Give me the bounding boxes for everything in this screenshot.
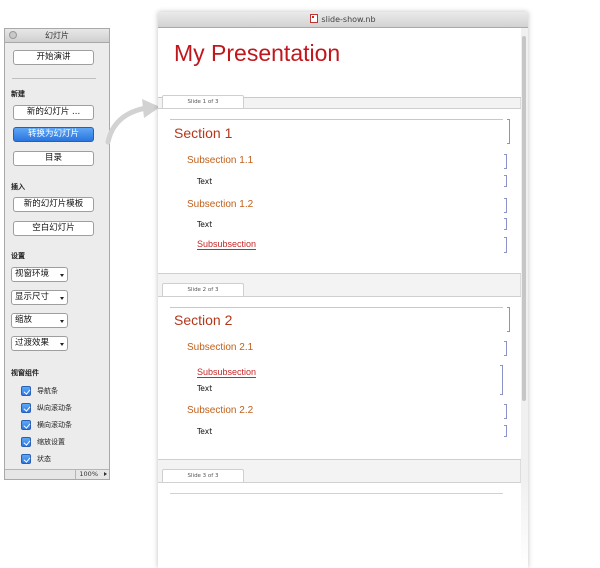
checkmark-icon[interactable] bbox=[21, 454, 31, 464]
subsection-heading[interactable]: Subsection 2.1 bbox=[187, 342, 253, 353]
zoom-level[interactable]: 100% bbox=[75, 470, 101, 479]
cell-bracket[interactable] bbox=[504, 218, 507, 230]
palette-title: 幻灯片 bbox=[45, 31, 69, 40]
chevron-down-icon bbox=[60, 297, 64, 300]
text-cell[interactable]: Text bbox=[197, 177, 212, 186]
slide-divider bbox=[170, 119, 503, 120]
cell-bracket[interactable] bbox=[504, 154, 507, 169]
presentation-header: My Presentation bbox=[158, 28, 521, 98]
start-show-button[interactable]: 开始演讲 bbox=[13, 50, 94, 65]
dropdown-label: 显示尺寸 bbox=[15, 292, 50, 302]
notebook-title-bar: slide-show.nb bbox=[158, 12, 528, 28]
dropdown-label: 缩放 bbox=[15, 315, 33, 325]
display-size-dropdown[interactable]: 显示尺寸 bbox=[11, 290, 68, 305]
blank-slide-button[interactable]: 空白幻灯片 bbox=[13, 221, 94, 236]
scrollbar-thumb[interactable] bbox=[522, 36, 526, 401]
subsection-heading[interactable]: Subsection 1.1 bbox=[187, 155, 253, 166]
cell-bracket[interactable] bbox=[507, 119, 510, 144]
convert-to-slide-button[interactable]: 转换为幻灯片 bbox=[13, 127, 94, 142]
checkmark-icon[interactable] bbox=[21, 386, 31, 396]
chevron-down-icon bbox=[60, 343, 64, 346]
palette-divider bbox=[12, 78, 96, 79]
palette-title-bar: 幻灯片 bbox=[5, 29, 109, 43]
text-cell[interactable]: Text bbox=[197, 220, 212, 229]
zoom-dropdown[interactable]: 缩放 bbox=[11, 313, 68, 328]
cell-bracket[interactable] bbox=[504, 404, 507, 419]
slide-divider bbox=[170, 493, 503, 494]
dropdown-label: 过渡效果 bbox=[15, 338, 50, 348]
chevron-down-icon bbox=[60, 320, 64, 323]
section-label-components: 视窗组件 bbox=[11, 369, 39, 377]
document-icon bbox=[310, 14, 319, 23]
arrow-icon bbox=[105, 99, 160, 145]
section-heading[interactable]: Section 2 bbox=[174, 312, 232, 328]
slide-panel-2: Section 2 Subsection 2.1 Subsubsection T… bbox=[158, 296, 521, 460]
cell-bracket[interactable] bbox=[504, 341, 507, 356]
section-heading[interactable]: Section 1 bbox=[174, 125, 232, 141]
slide-panel-1: Section 1 Subsection 1.1 Text Subsection… bbox=[158, 108, 521, 274]
checkmark-icon[interactable] bbox=[21, 420, 31, 430]
checkmark-icon[interactable] bbox=[21, 403, 31, 413]
new-slide-template-button[interactable]: 新的幻灯片模板 bbox=[13, 197, 94, 212]
text-cell[interactable]: Text bbox=[197, 427, 212, 436]
checkbox-label: 纵向滚动条 bbox=[37, 404, 72, 412]
cell-bracket[interactable] bbox=[504, 175, 507, 187]
subsection-heading[interactable]: Subsection 1.2 bbox=[187, 199, 253, 210]
checkbox-label: 导航条 bbox=[37, 387, 58, 395]
vertical-scrollbar[interactable] bbox=[520, 28, 528, 568]
checkbox-label: 横向滚动条 bbox=[37, 421, 72, 429]
chevron-down-icon bbox=[60, 274, 64, 277]
checkbox-label: 缩放设置 bbox=[37, 438, 65, 446]
window-environment-dropdown[interactable]: 视窗环境 bbox=[11, 267, 68, 282]
cell-bracket[interactable] bbox=[500, 365, 503, 395]
checkmark-icon[interactable] bbox=[21, 437, 31, 447]
cell-bracket[interactable] bbox=[507, 307, 510, 332]
palette-status-bar: 100% bbox=[5, 469, 109, 479]
close-icon[interactable] bbox=[9, 31, 17, 39]
slide-divider bbox=[170, 307, 503, 308]
subsection-heading[interactable]: Subsection 2.2 bbox=[187, 405, 253, 416]
slide-tab-3[interactable]: Slide 3 of 3 bbox=[162, 469, 244, 483]
notebook-window: slide-show.nb My Presentation Slide 1 of… bbox=[158, 12, 528, 568]
dropdown-label: 视窗环境 bbox=[15, 269, 50, 279]
section-label-settings: 设置 bbox=[11, 252, 25, 260]
slide-tab-1[interactable]: Slide 1 of 3 bbox=[162, 95, 244, 109]
transition-effect-dropdown[interactable]: 过渡效果 bbox=[11, 336, 68, 351]
toc-button[interactable]: 目录 bbox=[13, 151, 94, 166]
cell-bracket[interactable] bbox=[504, 425, 507, 437]
notebook-filename: slide-show.nb bbox=[321, 15, 376, 24]
new-slide-button[interactable]: 新的幻灯片 ... bbox=[13, 105, 94, 120]
subsubsection-heading[interactable]: Subsubsection bbox=[197, 240, 257, 250]
presentation-title[interactable]: My Presentation bbox=[174, 40, 340, 67]
cell-bracket[interactable] bbox=[504, 237, 507, 253]
checkbox-label: 状态 bbox=[37, 455, 51, 463]
slide-tab-2[interactable]: Slide 2 of 3 bbox=[162, 283, 244, 297]
slide-panel-3 bbox=[158, 482, 521, 568]
section-label-insert: 插入 bbox=[11, 183, 25, 191]
chevron-right-icon[interactable] bbox=[104, 472, 107, 476]
cell-bracket[interactable] bbox=[504, 198, 507, 213]
text-cell[interactable]: Text bbox=[197, 384, 212, 393]
subsubsection-heading[interactable]: Subsubsection bbox=[197, 368, 257, 378]
section-label-new: 新建 bbox=[11, 90, 25, 98]
slide-show-palette: 幻灯片 开始演讲 新建 新的幻灯片 ... 转换为幻灯片 目录 插入 新的幻灯片… bbox=[4, 28, 110, 480]
